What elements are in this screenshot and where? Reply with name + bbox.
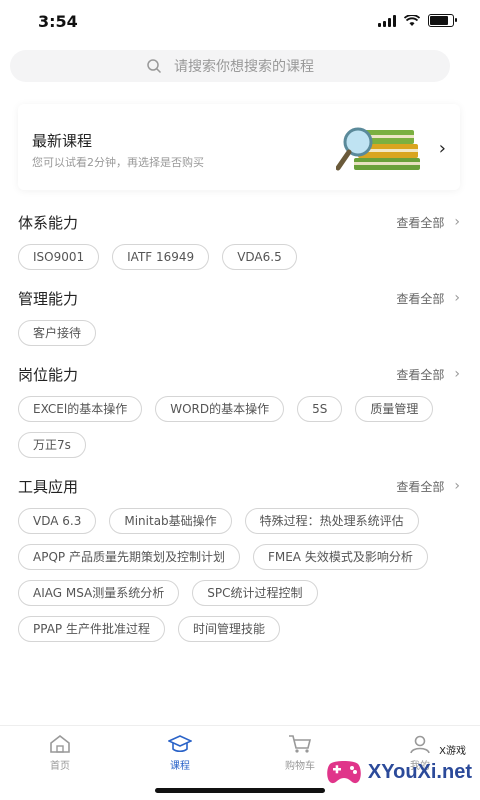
view-all-button[interactable]: 查看全部 › <box>396 290 460 307</box>
tab-label: 首页 <box>50 761 70 772</box>
course-tag[interactable]: 时间管理技能 <box>177 616 280 642</box>
view-all-label: 查看全部 <box>396 215 445 230</box>
chevron-right-icon: › <box>454 214 460 230</box>
battery-icon <box>428 14 457 27</box>
course-tag[interactable]: WORD的基本操作 <box>155 396 285 422</box>
tab-label: 购物车 <box>285 761 315 772</box>
course-tag[interactable]: ISO9001 <box>18 244 100 270</box>
cart-icon <box>289 735 312 753</box>
search-placeholder: 请搜索你想搜索的课程 <box>174 59 314 75</box>
section-title: 工具应用 <box>18 477 79 496</box>
banner-subtitle: 您可以试看2分钟，再选择是否购买 <box>32 156 204 169</box>
home-icon <box>50 734 70 753</box>
course-tag[interactable]: APQP 产品质量先期策划及控制计划 <box>18 544 240 570</box>
section-title: 管理能力 <box>18 289 79 308</box>
course-tag[interactable]: IATF 16949 <box>112 244 210 270</box>
course-tag[interactable]: 特殊过程：热处理系统评估 <box>244 508 419 534</box>
home-indicator <box>155 788 325 793</box>
search-icon <box>147 59 162 74</box>
banner-title: 最新课程 <box>32 132 93 150</box>
view-all-button[interactable]: 查看全部 › <box>396 478 460 495</box>
tab-home[interactable]: 首页 <box>0 726 120 800</box>
user-icon <box>410 735 430 754</box>
course-tag[interactable]: 客户接待 <box>18 320 97 346</box>
course-tag[interactable]: PPAP 生产件批准过程 <box>18 616 165 642</box>
section-tools: 工具应用 查看全部 › VDA 6.3 Minitab基础操作 特殊过程：热处理系… <box>18 472 460 642</box>
chevron-right-icon: › <box>438 138 446 159</box>
status-bar: 3:54 <box>0 0 480 44</box>
view-all-button[interactable]: 查看全部 › <box>396 366 460 383</box>
course-tag[interactable]: EXCEl的基本操作 <box>18 396 143 422</box>
status-time: 3:54 <box>38 12 78 31</box>
latest-courses-banner[interactable]: 最新课程 您可以试看2分钟，再选择是否购买 › <box>18 104 460 190</box>
section-position: 岗位能力 查看全部 › EXCEl的基本操作 WORD的基本操作 5S 质量管理 … <box>18 360 460 458</box>
section-title: 体系能力 <box>18 213 79 232</box>
section-management: 管理能力 查看全部 › 客户接待 <box>18 284 460 346</box>
chevron-right-icon: › <box>454 290 460 306</box>
course-tag[interactable]: VDA 6.3 <box>18 508 97 534</box>
course-tag[interactable]: AIAG MSA测量系统分析 <box>18 580 180 606</box>
course-tag[interactable]: 5S <box>297 396 343 422</box>
course-tag[interactable]: VDA6.5 <box>222 244 297 270</box>
gamepad-logo-icon <box>327 761 361 784</box>
view-all-label: 查看全部 <box>396 367 445 382</box>
watermark: XYouXi.net X游戏 <box>324 746 472 788</box>
wifi-icon <box>404 14 420 26</box>
course-tag[interactable]: 万正7s <box>18 432 86 458</box>
graduation-cap-icon <box>168 735 192 753</box>
course-tag[interactable]: SPC统计过程控制 <box>192 580 318 606</box>
watermark-text: XYouXi.net <box>367 760 472 783</box>
course-tag[interactable]: FMEA 失效模式及影响分析 <box>252 544 428 570</box>
search-input[interactable]: 请搜索你想搜索的课程 <box>10 50 450 82</box>
section-system: 体系能力 查看全部 › ISO9001 IATF 16949 VDA6.5 <box>18 208 460 270</box>
view-all-label: 查看全部 <box>396 479 445 494</box>
books-magnifier-icon <box>336 127 420 171</box>
view-all-label: 查看全部 <box>396 291 445 306</box>
course-tag[interactable]: Minitab基础操作 <box>109 508 232 534</box>
watermark-small-text: X游戏 <box>439 746 466 757</box>
course-tag[interactable]: 质量管理 <box>355 396 434 422</box>
chevron-right-icon: › <box>454 366 460 382</box>
view-all-button[interactable]: 查看全部 › <box>396 214 460 231</box>
status-icons <box>378 14 457 27</box>
signal-icon <box>378 14 396 27</box>
chevron-right-icon: › <box>454 478 460 494</box>
tab-label: 课程 <box>170 761 190 772</box>
section-title: 岗位能力 <box>18 365 79 384</box>
